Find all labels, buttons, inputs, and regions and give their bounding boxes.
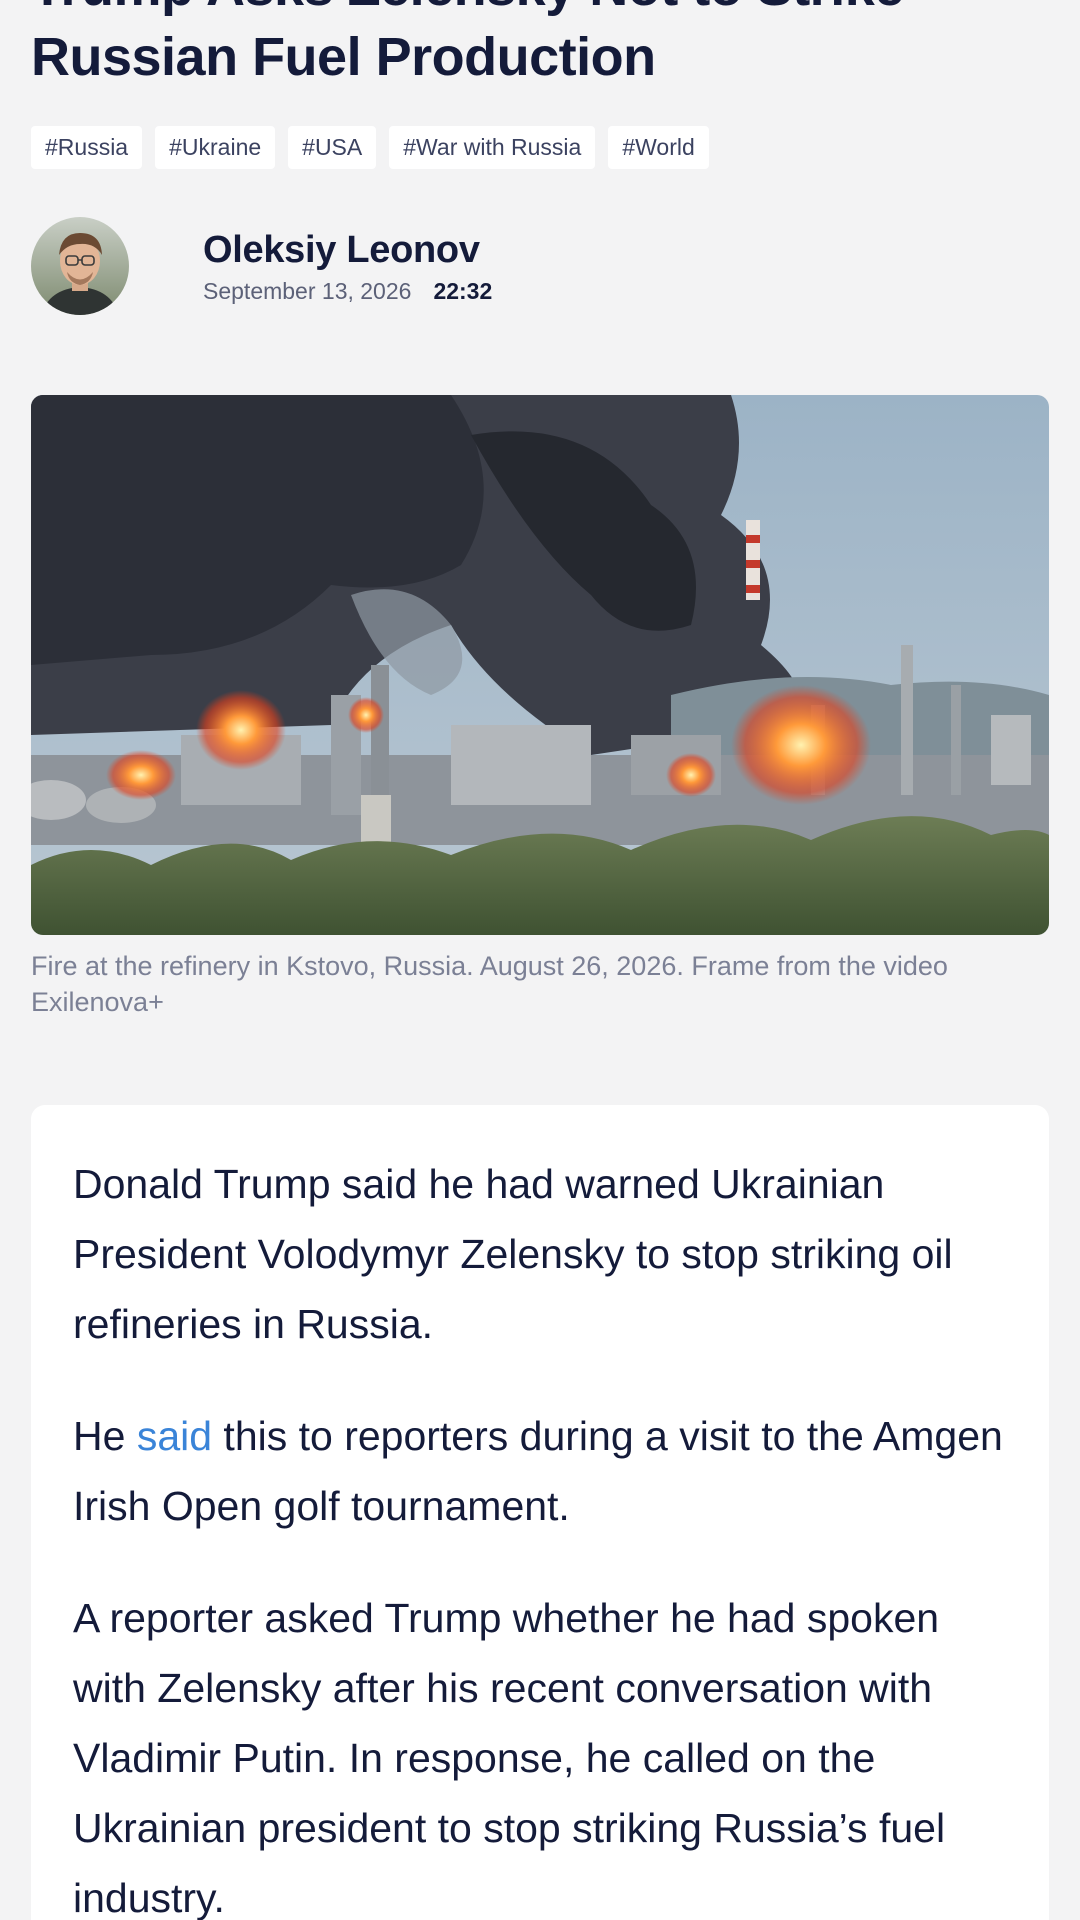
- author-name[interactable]: Oleksiy Leonov: [203, 228, 492, 272]
- paragraph-2-end: this to reporters during a visit to the …: [73, 1413, 1003, 1529]
- author-block: Oleksiy Leonov September 13, 2026 22:32: [31, 217, 492, 315]
- paragraph-1: Donald Trump said he had warned Ukrainia…: [73, 1161, 953, 1347]
- avatar[interactable]: [31, 217, 129, 315]
- publish-date: September 13, 2026: [203, 277, 412, 304]
- tag-ukraine[interactable]: #Ukraine: [155, 126, 276, 169]
- publish-meta: September 13, 2026 22:32: [203, 278, 492, 305]
- image-caption: Fire at the refinery in Kstovo, Russia. …: [31, 951, 948, 1017]
- article-body: Donald Trump said he had warned Ukrainia…: [31, 1105, 1049, 1920]
- tag-world[interactable]: #World: [608, 126, 709, 169]
- tag-war-with-russia[interactable]: #War with Russia: [389, 126, 596, 169]
- tag-list: #Russia #Ukraine #USA #War with Russia #…: [31, 126, 709, 169]
- article-title: Trump Asks Zelensky Not to Strike Russia…: [31, 0, 904, 87]
- paragraph-3: A reporter asked Trump whether he had sp…: [73, 1595, 946, 1920]
- article-image[interactable]: [31, 395, 1049, 935]
- tag-russia[interactable]: #Russia: [31, 126, 143, 169]
- publish-time: 22:32: [433, 277, 493, 304]
- paragraph-2-start: He: [73, 1413, 137, 1459]
- said-link[interactable]: said: [137, 1413, 212, 1459]
- paragraph-2: He said this to reporters during a visit…: [73, 1401, 1007, 1541]
- tag-usa[interactable]: #USA: [288, 126, 377, 169]
